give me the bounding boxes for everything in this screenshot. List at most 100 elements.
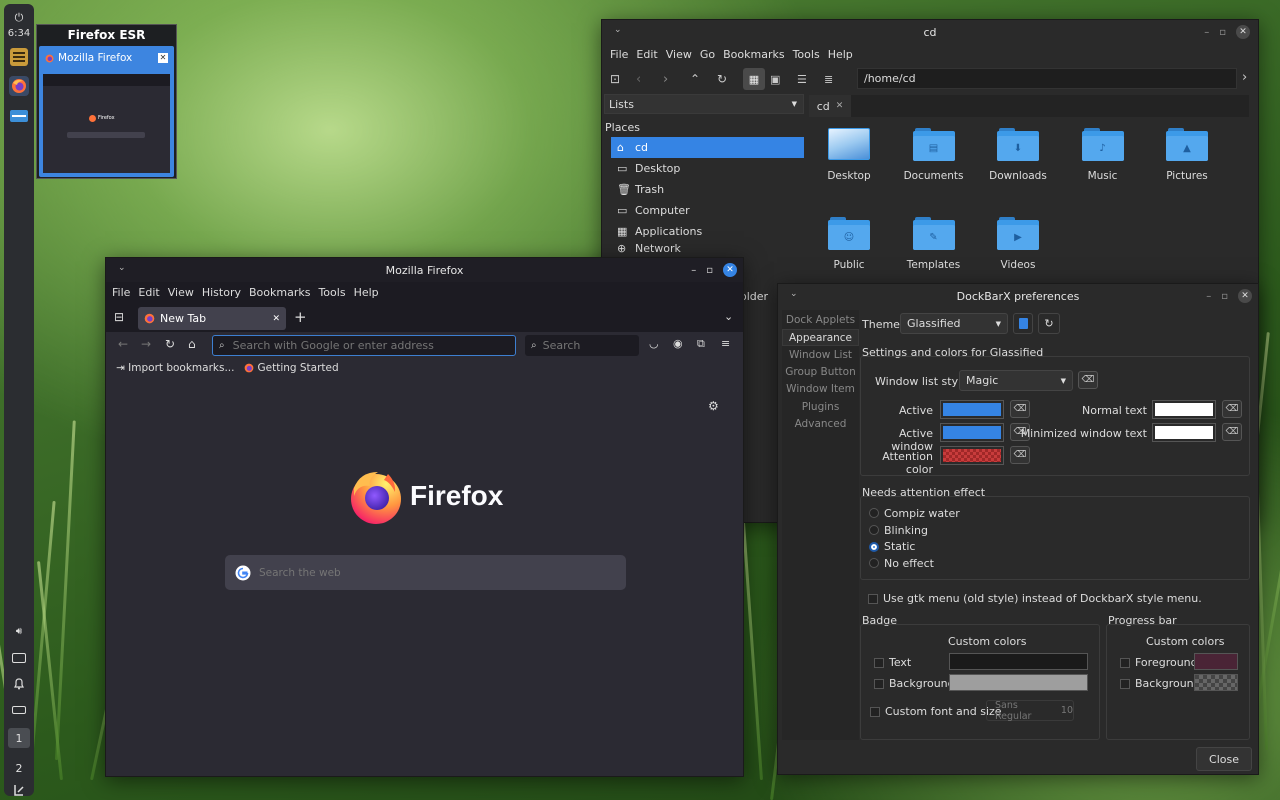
search-bar[interactable]: ⌕: [525, 335, 639, 356]
active-window-color[interactable]: [940, 423, 1004, 442]
firefox-icon[interactable]: [9, 76, 29, 96]
close-icon[interactable]: ✕: [158, 53, 168, 63]
folder-videos[interactable]: ▶ Videos: [978, 217, 1058, 271]
list-view-icon[interactable]: ≣: [824, 73, 850, 86]
custom-font-option[interactable]: Custom font and size: [870, 705, 1002, 718]
menu-item-file[interactable]: File: [606, 48, 632, 61]
theme-info-button[interactable]: [1013, 313, 1033, 334]
nav-advanced[interactable]: Advanced: [782, 416, 859, 433]
close-icon[interactable]: ✕: [272, 314, 280, 324]
reload-icon[interactable]: ↻: [165, 337, 175, 351]
menu-item-tools[interactable]: Tools: [789, 48, 824, 61]
attention-color[interactable]: [940, 446, 1004, 465]
menu-item-file[interactable]: File: [108, 286, 134, 299]
minimize-icon[interactable]: –: [1204, 27, 1209, 38]
up-icon[interactable]: ⌃: [690, 72, 717, 86]
badge-background-color[interactable]: [949, 674, 1088, 691]
back-icon[interactable]: ‹: [636, 72, 663, 87]
progress-background-option[interactable]: Background: [1120, 677, 1201, 690]
search-input[interactable]: [542, 339, 633, 352]
forward-icon[interactable]: ›: [663, 72, 690, 87]
nav-appearance[interactable]: Appearance: [782, 329, 859, 347]
close-icon[interactable]: ✕: [1238, 289, 1252, 303]
attention-option-compiz-water[interactable]: Compiz water: [869, 505, 960, 522]
menu-item-edit[interactable]: Edit: [632, 48, 661, 61]
new-tab-icon[interactable]: ⊡: [610, 72, 636, 86]
badge-background-option[interactable]: Background: [874, 677, 955, 690]
path-input[interactable]: [857, 68, 1237, 89]
place-cd[interactable]: ⌂ cd: [611, 137, 804, 158]
attention-option-static[interactable]: Static: [869, 538, 960, 555]
tab-cd[interactable]: cd ✕: [809, 95, 851, 117]
clear-button[interactable]: ⌫: [1078, 371, 1098, 389]
reload-icon[interactable]: ↻: [717, 72, 743, 86]
workspace-2[interactable]: 2: [9, 758, 29, 778]
menu-item-history[interactable]: History: [198, 286, 245, 299]
badge-text-color[interactable]: [949, 653, 1088, 670]
radio-button[interactable]: [869, 558, 879, 569]
menu-item-tools[interactable]: Tools: [314, 286, 349, 299]
home-icon[interactable]: ⌂: [188, 337, 196, 351]
menu-item-bookmarks[interactable]: Bookmarks: [719, 48, 788, 61]
radio-button[interactable]: [869, 541, 879, 552]
window-list-style-select[interactable]: Magic ▼: [959, 370, 1073, 391]
settings-gear-icon[interactable]: ⚙: [708, 399, 719, 413]
forward-icon[interactable]: →: [141, 337, 151, 351]
account-icon[interactable]: ◉: [673, 337, 683, 350]
tab-new-tab[interactable]: New Tab ✕: [138, 307, 286, 330]
place-desktop[interactable]: ▭ Desktop: [611, 158, 804, 179]
folder-templates[interactable]: ✎ Templates: [894, 217, 974, 271]
minimize-icon[interactable]: –: [1206, 291, 1211, 302]
progress-foreground-option[interactable]: Foreground: [1120, 656, 1198, 669]
pocket-icon[interactable]: ◡: [649, 337, 659, 350]
volume-icon[interactable]: 🔊︎: [9, 621, 29, 641]
drive-icon[interactable]: [9, 700, 29, 720]
attention-option-no-effect[interactable]: No effect: [869, 555, 960, 572]
nav-dock-applets[interactable]: Dock Applets: [782, 312, 859, 329]
reload-theme-button[interactable]: ↻: [1038, 313, 1060, 334]
power-icon[interactable]: ⏻: [9, 8, 29, 28]
place-applications[interactable]: ▦ Applications: [611, 221, 804, 242]
maximize-icon[interactable]: ▫: [1221, 291, 1228, 302]
theme-select[interactable]: Glassified ▼: [900, 313, 1008, 334]
preview-item[interactable]: Mozilla Firefox ✕ Firefox: [39, 46, 174, 177]
radio-button[interactable]: [869, 508, 879, 519]
badge-text-checkbox[interactable]: [874, 657, 884, 668]
menu-item-go[interactable]: Go: [696, 48, 719, 61]
notification-bell-icon[interactable]: [9, 674, 29, 694]
menu-item-bookmarks[interactable]: Bookmarks: [245, 286, 314, 299]
preferences-icon[interactable]: [9, 106, 29, 126]
nav-window-list[interactable]: Window List: [782, 347, 859, 364]
maximize-icon[interactable]: ▫: [1219, 27, 1226, 38]
folder-downloads[interactable]: ⬇ Downloads: [978, 128, 1058, 182]
menu-item-view[interactable]: View: [164, 286, 198, 299]
close-icon[interactable]: ✕: [1236, 25, 1250, 39]
place-trash[interactable]: 🗑︎ Trash: [611, 179, 804, 200]
close-button[interactable]: Close: [1196, 747, 1252, 771]
keyboard-icon[interactable]: [9, 648, 29, 668]
nav-group-button[interactable]: Group Button: [782, 364, 859, 381]
web-search-input[interactable]: [259, 566, 599, 579]
thumbnail-view-icon[interactable]: ▣: [770, 73, 797, 86]
folder-music[interactable]: ♪ Music: [1063, 128, 1143, 182]
chevron-down-icon[interactable]: ⌄: [724, 310, 733, 323]
folder-public[interactable]: ☺ Public: [809, 217, 889, 271]
folder-pictures[interactable]: ▲ Pictures: [1147, 128, 1227, 182]
maximize-icon[interactable]: ▫: [706, 265, 713, 276]
menu-item-help[interactable]: Help: [350, 286, 383, 299]
bookmark-getting-started[interactable]: Getting Started: [244, 362, 339, 374]
tab-list-icon[interactable]: ⊟: [114, 310, 124, 324]
go-icon[interactable]: ›: [1242, 70, 1247, 85]
close-icon[interactable]: ✕: [836, 101, 844, 111]
progress-background-checkbox[interactable]: [1120, 678, 1130, 689]
menu-item-help[interactable]: Help: [824, 48, 857, 61]
folder-desktop[interactable]: Desktop: [809, 128, 889, 182]
folder-documents[interactable]: ▤ Documents: [894, 128, 974, 182]
menu-item-edit[interactable]: Edit: [134, 286, 163, 299]
url-bar[interactable]: ⌕: [212, 335, 516, 356]
compact-view-icon[interactable]: ☰: [797, 73, 824, 86]
chevron-down-icon[interactable]: ⌄: [614, 25, 622, 35]
minimized-window-text-color[interactable]: [1152, 423, 1216, 442]
chevron-down-icon[interactable]: ⌄: [790, 289, 798, 299]
web-search-box[interactable]: [225, 555, 626, 590]
